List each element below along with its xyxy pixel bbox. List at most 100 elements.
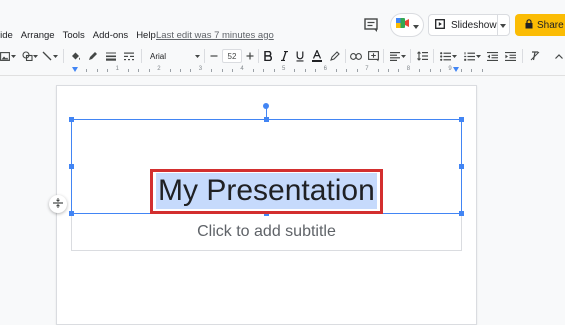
highlight-icon[interactable] (328, 46, 342, 66)
clear-formatting-icon[interactable] (528, 46, 542, 66)
menu-bar: lide Arrange Tools Add-ons Help Last edi… (0, 0, 565, 46)
toolbar-divider (383, 49, 384, 63)
ruler-tick (304, 69, 306, 72)
decrease-indent-icon[interactable] (485, 46, 499, 66)
underline-icon[interactable] (294, 46, 306, 66)
menu-arrange[interactable]: Arrange (21, 30, 55, 41)
ruler-tick (315, 69, 317, 72)
meet-icon (395, 16, 411, 34)
toolbar-divider (204, 49, 205, 63)
toolbar-divider (141, 49, 142, 63)
chevron-down-icon[interactable] (475, 46, 481, 66)
bold-icon[interactable] (262, 46, 274, 66)
ruler-tick (273, 69, 275, 72)
border-weight-icon[interactable] (104, 46, 118, 66)
ruler-tick (388, 69, 389, 72)
resize-handle-top-left[interactable] (69, 117, 74, 122)
ruler-number: 5 (282, 66, 286, 72)
ruler-number: 2 (157, 66, 161, 72)
chevron-down-icon[interactable] (52, 46, 58, 66)
chevron-down-icon[interactable] (193, 46, 201, 66)
bulleted-list-icon[interactable] (438, 46, 452, 66)
chevron-down-icon (413, 16, 419, 34)
menu-tools[interactable]: Tools (63, 30, 85, 41)
ruler-tick (252, 69, 254, 72)
paint-bucket-icon[interactable] (68, 46, 82, 66)
ruler-number: 1 (115, 66, 119, 72)
horizontal-ruler[interactable]: 1 2 3 4 5 6 7 8 9 (0, 66, 565, 76)
increase-indent-icon[interactable] (503, 46, 517, 66)
pen-icon[interactable] (86, 46, 100, 66)
ruler-tick (460, 69, 462, 72)
add-comment-icon[interactable] (366, 46, 380, 66)
menu-slide[interactable]: lide (0, 30, 13, 41)
ruler-left-indent-marker[interactable] (72, 67, 78, 72)
ruler-tick (440, 69, 441, 72)
slideshow-icon (435, 18, 445, 32)
meet-button[interactable] (390, 13, 424, 37)
rotation-handle[interactable] (263, 103, 269, 109)
ruler-tick (232, 69, 233, 72)
last-edit-link[interactable]: Last edit was 7 minutes ago (156, 30, 274, 41)
share-button[interactable]: Share (515, 14, 565, 36)
border-dash-icon[interactable] (122, 46, 136, 66)
comment-history-icon[interactable] (362, 16, 380, 34)
chevron-down-icon[interactable] (32, 46, 38, 66)
formatting-toolbar: Arial 52 (0, 46, 565, 66)
ruler-right-indent-marker[interactable] (453, 67, 459, 72)
resize-handle-right[interactable] (459, 164, 464, 169)
slideshow-dropdown[interactable] (496, 15, 509, 35)
ruler-number: 3 (198, 66, 203, 72)
font-size-value: 52 (227, 51, 237, 61)
resize-handle-bottom-left[interactable] (69, 211, 74, 216)
slideshow-button[interactable]: Slideshow (428, 14, 510, 36)
vertical-align-icon (53, 195, 63, 213)
line-spacing-icon[interactable] (415, 46, 429, 66)
ruler-tick (346, 69, 348, 72)
ruler-number: 7 (365, 66, 369, 72)
menu-add-ons[interactable]: Add-ons (93, 30, 128, 41)
annotation-highlight-box (150, 169, 383, 214)
toolbar-divider (63, 49, 64, 63)
chevron-down-icon[interactable] (451, 46, 457, 66)
italic-icon[interactable] (278, 46, 290, 66)
ruler-tick (190, 69, 192, 72)
slideshow-main[interactable]: Slideshow (429, 18, 497, 32)
resize-handle-bottom-right[interactable] (459, 211, 464, 216)
collapse-toolbar-icon[interactable] (553, 46, 565, 66)
menu-help[interactable]: Help (136, 30, 156, 41)
ruler-tick (148, 69, 150, 72)
toolbar-divider (345, 49, 346, 63)
resize-handle-top-right[interactable] (459, 117, 464, 122)
chevron-down-icon[interactable] (400, 46, 406, 66)
subtitle-placeholder-text: Click to add subtitle (197, 223, 336, 240)
subtitle-placeholder[interactable]: Click to add subtitle (71, 214, 462, 251)
format-options-button[interactable] (49, 195, 67, 213)
resize-handle-left[interactable] (69, 164, 74, 169)
increase-font-icon[interactable] (244, 46, 256, 66)
ruler-tick (107, 69, 109, 72)
numbered-list-icon[interactable] (462, 46, 476, 66)
text-color-icon[interactable] (310, 46, 324, 66)
ruler-tick (138, 69, 140, 72)
ruler-tick (481, 69, 483, 72)
ruler-tick (471, 69, 473, 72)
decrease-font-icon[interactable] (208, 46, 220, 66)
ruler-tick (180, 69, 181, 72)
font-size-input[interactable]: 52 (222, 49, 242, 63)
ruler-tick (96, 69, 98, 72)
ruler-tick (419, 69, 421, 72)
ruler-tick (429, 69, 431, 72)
resize-handle-top[interactable] (264, 117, 269, 122)
font-family-value: Arial (150, 51, 167, 61)
chevron-down-icon (500, 20, 507, 31)
ruler-tick (211, 69, 213, 72)
ruler-number: 9 (448, 66, 452, 72)
link-icon[interactable] (349, 46, 363, 66)
toolbar-divider (410, 49, 411, 63)
share-label: Share (537, 19, 564, 31)
ruler-tick (263, 69, 265, 72)
toolbar-divider (258, 49, 259, 63)
chevron-down-icon[interactable] (10, 46, 16, 66)
ruler-tick (377, 69, 379, 72)
